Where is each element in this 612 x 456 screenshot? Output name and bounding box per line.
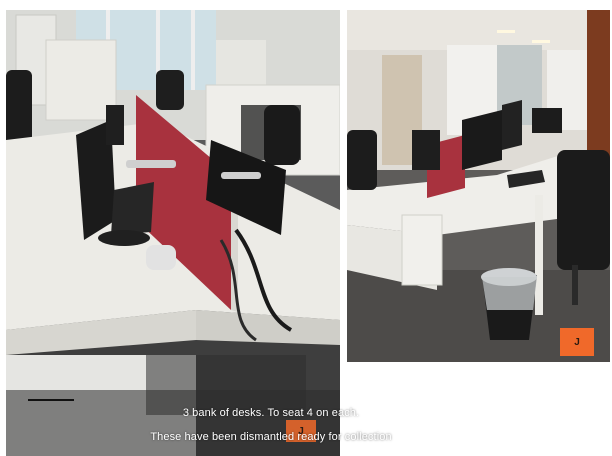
divider-line [28,399,74,401]
office-scene-right [347,10,610,362]
caption-line-1: 3 bank of desks. To seat 4 on each. [182,407,360,419]
photo-label-badge-right: J [560,328,594,356]
office-photo-right [347,10,610,362]
office-scene-left [6,10,340,456]
caption-line-2: These have been dismantled ready for col… [150,431,392,443]
office-photo-left [6,10,340,456]
